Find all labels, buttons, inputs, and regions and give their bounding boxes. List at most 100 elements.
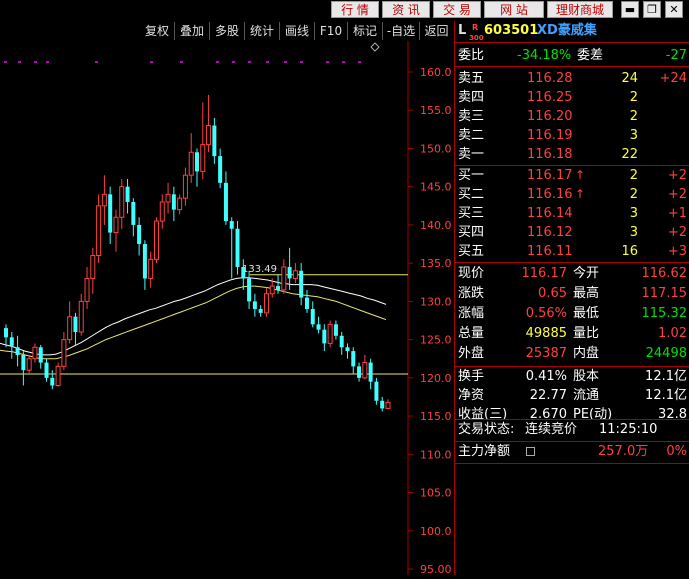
y-tick-label: 160.0 [420, 66, 452, 79]
restore-rights-button[interactable]: 复权 [140, 22, 175, 40]
stat2-row: 净资 22.77 流通 12.1亿 [455, 387, 689, 405]
candle-up [84, 277, 90, 302]
candle-down [9, 337, 14, 346]
stat-value: 116.17 [521, 266, 568, 281]
candle-up [67, 316, 73, 341]
marker-dot [18, 61, 21, 63]
back-button[interactable]: 返回 [420, 22, 453, 40]
bid-label: 买四 [458, 225, 485, 240]
price-annotation: 133.49 [242, 264, 277, 275]
stock-name[interactable]: XD豪威集 [537, 22, 597, 40]
commission-ratio-row: 委比 -34.18% 委差 -27 [458, 48, 687, 63]
minimize-icon[interactable]: ▬ [621, 1, 639, 18]
stat-label: 最低 [573, 306, 600, 321]
bid-volume: 16 [621, 244, 638, 259]
bid-change: +2 [667, 225, 687, 240]
ask-price: 116.28 [527, 71, 573, 86]
stat-label: 涨幅 [458, 306, 485, 321]
ask-price: 116.20 [527, 109, 573, 124]
tab-website[interactable]: 网 站 [484, 1, 544, 18]
y-tick-label: 125.0 [420, 334, 452, 347]
stat-label: 换手 [458, 369, 485, 384]
candle-down [258, 309, 263, 313]
stat-row: 外盘 25387 内盘 24498 [455, 345, 689, 363]
close-icon[interactable]: ✕ [665, 1, 683, 18]
code-prefix: L [458, 23, 467, 38]
y-tick-label: 110.0 [420, 448, 452, 461]
candle-down [15, 347, 20, 355]
candle-down [299, 270, 304, 298]
stat-value: 22.77 [529, 388, 567, 403]
candle-down [131, 201, 136, 225]
list-icon[interactable] [526, 447, 535, 456]
stat-value: 115.32 [641, 306, 688, 321]
ask-price: 116.18 [527, 147, 573, 162]
quote-panel: L R 300 603501 XD豪威集 委比 -34.18% 委差 -27 卖… [454, 21, 689, 575]
bid-change: +1 [667, 206, 687, 221]
bid-change: +2 [667, 168, 687, 183]
stat-label: 总量 [458, 326, 485, 341]
ask-price: 116.19 [527, 128, 573, 143]
tab-news[interactable]: 资 讯 [382, 1, 430, 18]
stat-value: 117.15 [641, 286, 688, 301]
bid-volume: 2 [629, 187, 638, 202]
bid-change: +2 [667, 187, 687, 202]
ask-volume: 24 [621, 71, 638, 86]
ask-label: 卖二 [458, 128, 485, 143]
candle-down [229, 221, 234, 229]
remove-watchlist-button[interactable]: -自选 [383, 22, 420, 40]
stat-value: 1.02 [658, 326, 687, 341]
ask-row: 卖一 116.18 22 [455, 146, 689, 164]
stat-value: 12.1亿 [645, 369, 687, 384]
tab-mall[interactable]: 理财商城 [547, 1, 613, 18]
restore-icon[interactable]: ❐ [643, 1, 661, 18]
marker-dot [34, 61, 37, 63]
candle-down [137, 224, 142, 245]
candle-up [182, 174, 188, 199]
bid-volume: 3 [629, 206, 638, 221]
commission-ratio: -34.18% [517, 48, 572, 63]
tab-trade[interactable]: 交 易 [433, 1, 481, 18]
candle-down [125, 186, 130, 202]
ask-label: 卖四 [458, 90, 485, 105]
bid-label: 买五 [458, 244, 485, 259]
candle-down [374, 381, 379, 401]
overlay-button[interactable]: 叠加 [175, 22, 210, 40]
candle-up [119, 186, 125, 218]
candle-up [327, 323, 333, 344]
candle-up [385, 401, 391, 409]
chart-canvas[interactable]: 160.0 155.0 150.0 145.0 140.0 135.0 130.0 125.0… [0, 41, 454, 576]
bid-price: 116.11 [527, 244, 573, 259]
candle-down [310, 309, 315, 325]
candle-up [61, 339, 67, 367]
candle-up [165, 193, 171, 203]
candle-down [38, 347, 43, 363]
marker-dot [358, 61, 361, 63]
candlestick-chart[interactable]: 160.0 155.0 150.0 145.0 140.0 135.0 130.0 125.0… [0, 41, 454, 576]
candle-up [96, 205, 102, 257]
f10-button[interactable]: F10 [315, 22, 348, 40]
candle-down [108, 194, 113, 233]
candle-down [287, 266, 292, 279]
stock-code: 603501 [484, 23, 539, 38]
trade-status-row: 交易状态: 连续竞价 11:25:10 [458, 422, 658, 437]
multi-stock-button[interactable]: 多股 [210, 22, 245, 40]
candle-down [142, 244, 147, 279]
bid-row: 买一 116.17 2 +2 [455, 167, 689, 185]
candle-up [148, 258, 154, 279]
candle-up [113, 216, 119, 234]
candle-up [177, 197, 183, 211]
draw-line-button[interactable]: 画线 [280, 22, 315, 40]
candle-down [316, 324, 321, 330]
mark-button[interactable]: 标记 [348, 22, 383, 40]
candle-down [223, 182, 228, 222]
bid-price: 116.17 [527, 168, 573, 183]
candle-down [44, 362, 49, 378]
r-sub: 300 [469, 34, 484, 42]
stat2-row: 换手 0.41% 股本 12.1亿 [455, 368, 689, 386]
stat-label: 内盘 [573, 346, 600, 361]
statistics-button[interactable]: 统计 [245, 22, 280, 40]
bid-price: 116.14 [527, 206, 573, 221]
stat-label: 量比 [573, 326, 600, 341]
tab-quotes[interactable]: 行 情 [331, 1, 379, 18]
